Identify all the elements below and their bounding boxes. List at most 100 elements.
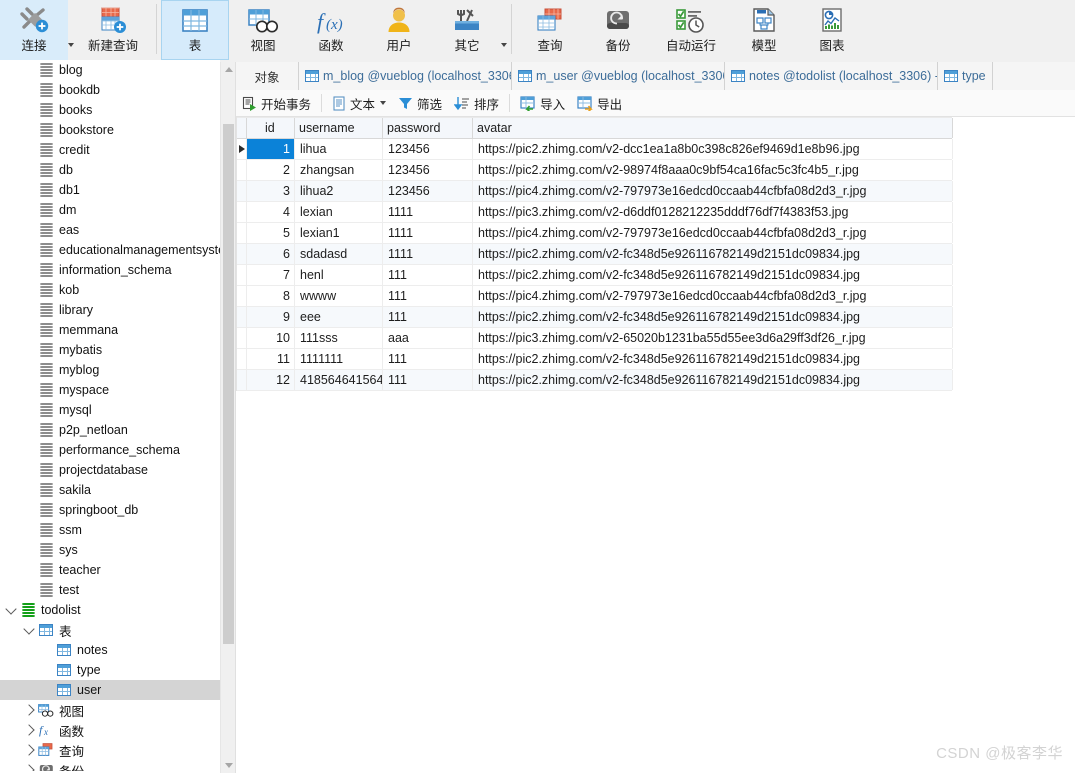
grid-cell-id[interactable]: 7 xyxy=(247,265,295,285)
grid-row[interactable]: 11 1111111 111 https://pic2.zhimg.com/v2-fc… xyxy=(237,349,953,370)
tree-item-p2p_netloan[interactable]: p2p_netloan xyxy=(0,420,220,440)
tree-item-todolist[interactable]: todolist xyxy=(0,600,220,620)
scroll-up-arrow-icon[interactable] xyxy=(221,62,236,77)
grid-cell-avatar[interactable]: https://pic2.zhimg.com/v2-dcc1ea1a8b0c39… xyxy=(473,139,953,159)
scrollbar-thumb[interactable] xyxy=(223,124,234,644)
grid-cell-password[interactable]: 123456 xyxy=(383,160,473,180)
grid-row[interactable]: 1 lihua 123456 https://pic2.zhimg.com/v2-dc… xyxy=(237,139,953,160)
tree-item-bookdb[interactable]: bookdb xyxy=(0,80,220,100)
grid-cell-username[interactable]: wwww xyxy=(295,286,383,306)
begin-transaction-button[interactable]: 开始事务 xyxy=(236,92,317,114)
ribbon-button-chart[interactable]: 图表 xyxy=(798,0,866,60)
tree-item--[interactable]: f x 函数 xyxy=(0,720,220,740)
grid-row[interactable]: 3 lihua2 123456 https://pic4.zhimg.com/v2-7… xyxy=(237,181,953,202)
grid-header-password[interactable]: password xyxy=(383,118,473,138)
grid-cell-id[interactable]: 4 xyxy=(247,202,295,222)
grid-cell-id[interactable]: 11 xyxy=(247,349,295,369)
grid-cell-avatar[interactable]: https://pic3.zhimg.com/v2-d6ddf012821223… xyxy=(473,202,953,222)
database-tree-sidebar[interactable]: blog bookdb books bookstore credit db db1 dm eas… xyxy=(0,60,220,771)
tree-item--[interactable]: 表 xyxy=(0,620,220,640)
tree-item-ssm[interactable]: ssm xyxy=(0,520,220,540)
editor-tab[interactable]: notes @todolist (localhost_3306) - ... xyxy=(725,62,938,90)
grid-cell-password[interactable]: aaa xyxy=(383,328,473,348)
grid-row[interactable]: 4 lexian 1111 https://pic3.zhimg.com/v2-d6d… xyxy=(237,202,953,223)
tree-item-bookstore[interactable]: bookstore xyxy=(0,120,220,140)
grid-cell-password[interactable]: 1111 xyxy=(383,244,473,264)
editor-tab[interactable]: type xyxy=(938,62,993,90)
grid-cell-username[interactable]: zhangsan xyxy=(295,160,383,180)
tree-item-sys[interactable]: sys xyxy=(0,540,220,560)
ribbon-button-model[interactable]: 模型 xyxy=(730,0,798,60)
ribbon-button-automation[interactable]: 自动运行 xyxy=(652,0,730,60)
others-dropdown-caret-icon[interactable] xyxy=(501,43,507,47)
grid-row[interactable]: 10 111sss aaa https://pic3.zhimg.com/v2-650… xyxy=(237,328,953,349)
grid-cell-id[interactable]: 8 xyxy=(247,286,295,306)
tree-item-eas[interactable]: eas xyxy=(0,220,220,240)
tree-item-educationalmanagementsystem[interactable]: educationalmanagementsystem xyxy=(0,240,220,260)
grid-cell-username[interactable]: lexian1 xyxy=(295,223,383,243)
tree-twisty-right-icon[interactable] xyxy=(22,744,36,756)
import-button[interactable]: 导入 xyxy=(514,92,571,114)
grid-cell-avatar[interactable]: https://pic4.zhimg.com/v2-797973e16edcd0… xyxy=(473,286,953,306)
grid-cell-id[interactable]: 5 xyxy=(247,223,295,243)
ribbon-button-others[interactable]: 其它 xyxy=(433,0,501,60)
data-grid[interactable]: id username password avatar 1 lihua 123456… xyxy=(236,117,953,391)
tree-item-db1[interactable]: db1 xyxy=(0,180,220,200)
tree-twisty-right-icon[interactable] xyxy=(22,704,36,716)
grid-cell-password[interactable]: 111 xyxy=(383,349,473,369)
grid-header-username[interactable]: username xyxy=(295,118,383,138)
grid-cell-password[interactable]: 1111 xyxy=(383,223,473,243)
tree-item-dm[interactable]: dm xyxy=(0,200,220,220)
ribbon-button-view[interactable]: 视图 xyxy=(229,0,297,60)
grid-cell-password[interactable]: 111 xyxy=(383,265,473,285)
grid-cell-avatar[interactable]: https://pic2.zhimg.com/v2-98974f8aaa0c9b… xyxy=(473,160,953,180)
grid-cell-avatar[interactable]: https://pic4.zhimg.com/v2-797973e16edcd0… xyxy=(473,181,953,201)
tree-item-credit[interactable]: credit xyxy=(0,140,220,160)
tree-item-myblog[interactable]: myblog xyxy=(0,360,220,380)
grid-header-id[interactable]: id xyxy=(247,118,295,138)
text-dropdown-caret-icon[interactable] xyxy=(380,101,387,105)
text-button[interactable]: 文本 xyxy=(326,92,392,114)
ribbon-button-backup[interactable]: 备份 xyxy=(584,0,652,60)
tree-twisty-down-icon[interactable] xyxy=(22,622,36,635)
grid-cell-avatar[interactable]: https://pic2.zhimg.com/v2-fc348d5e926116… xyxy=(473,265,953,285)
grid-row[interactable]: 7 henl 111 https://pic2.zhimg.com/v2-fc348d… xyxy=(237,265,953,286)
grid-row[interactable]: 5 lexian1 1111 https://pic4.zhimg.com/v2-79… xyxy=(237,223,953,244)
ribbon-button-function[interactable]: f (x) 函数 xyxy=(297,0,365,60)
ribbon-button-user[interactable]: 用户 xyxy=(365,0,433,60)
tree-item--[interactable]: 视图 xyxy=(0,700,220,720)
tree-item-type[interactable]: type xyxy=(0,660,220,680)
grid-cell-password[interactable]: 111 xyxy=(383,370,473,390)
grid-cell-avatar[interactable]: https://pic2.zhimg.com/v2-fc348d5e926116… xyxy=(473,349,953,369)
grid-cell-username[interactable]: lihua2 xyxy=(295,181,383,201)
grid-body[interactable]: 1 lihua 123456 https://pic2.zhimg.com/v2-dc… xyxy=(237,139,953,391)
tree-twisty-down-icon[interactable] xyxy=(4,602,18,615)
tree-item-projectdatabase[interactable]: projectdatabase xyxy=(0,460,220,480)
grid-cell-username[interactable]: sdadasd xyxy=(295,244,383,264)
tree-item-performance_schema[interactable]: performance_schema xyxy=(0,440,220,460)
tree-item-memmana[interactable]: memmana xyxy=(0,320,220,340)
grid-cell-avatar[interactable]: https://pic2.zhimg.com/v2-fc348d5e926116… xyxy=(473,307,953,327)
tree-twisty-right-icon[interactable] xyxy=(22,724,36,736)
grid-cell-password[interactable]: 1111 xyxy=(383,202,473,222)
tree-item-db[interactable]: db xyxy=(0,160,220,180)
grid-cell-username[interactable]: 1111111 xyxy=(295,349,383,369)
grid-row[interactable]: 8 wwww 111 https://pic4.zhimg.com/v2-797973… xyxy=(237,286,953,307)
grid-cell-username[interactable]: lihua xyxy=(295,139,383,159)
editor-tab[interactable]: m_user @vueblog (localhost_3306)... xyxy=(512,62,725,90)
grid-cell-id[interactable]: 9 xyxy=(247,307,295,327)
ribbon-button-connection[interactable]: 连接 xyxy=(0,0,68,60)
grid-cell-id[interactable]: 2 xyxy=(247,160,295,180)
grid-cell-avatar[interactable]: https://pic2.zhimg.com/v2-fc348d5e926116… xyxy=(473,370,953,390)
tree-item-library[interactable]: library xyxy=(0,300,220,320)
grid-cell-password[interactable]: 111 xyxy=(383,307,473,327)
tab-objects[interactable]: 对象 xyxy=(236,62,299,90)
tree-item-kob[interactable]: kob xyxy=(0,280,220,300)
grid-cell-username[interactable]: 111sss xyxy=(295,328,383,348)
tree-item-blog[interactable]: blog xyxy=(0,60,220,80)
tree-twisty-right-icon[interactable] xyxy=(22,764,36,771)
tree-item-myspace[interactable]: myspace xyxy=(0,380,220,400)
tree-item-notes[interactable]: notes xyxy=(0,640,220,660)
tree-item--[interactable]: 备份 xyxy=(0,760,220,771)
tree-item-teacher[interactable]: teacher xyxy=(0,560,220,580)
